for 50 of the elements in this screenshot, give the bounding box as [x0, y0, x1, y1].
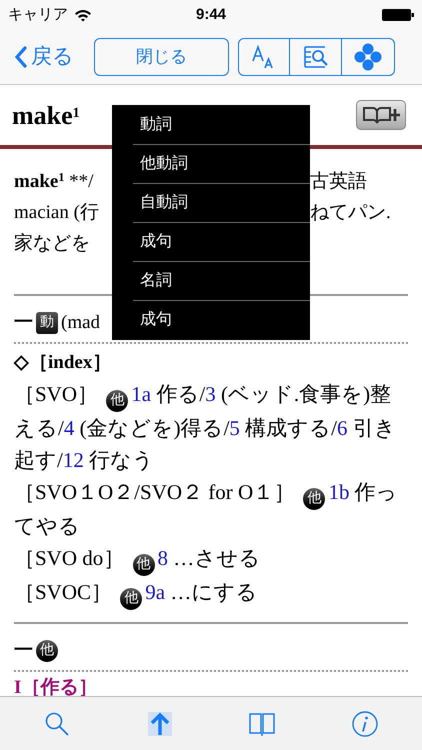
sense-link[interactable]: 5 — [229, 416, 240, 440]
menu-item[interactable]: 名詞 — [133, 262, 310, 300]
add-bookmark-button[interactable] — [356, 100, 406, 130]
pronunciation-text: (mad — [61, 310, 100, 335]
clock: 9:44 — [196, 4, 226, 25]
dash-mark: 一 — [14, 310, 33, 335]
up-arrow-icon — [148, 712, 172, 736]
close-button[interactable]: 閉じる — [94, 38, 229, 76]
search-icon — [44, 710, 70, 736]
info-icon — [352, 710, 378, 736]
part-of-speech-badge: 動 — [36, 312, 58, 334]
chevron-left-icon — [14, 46, 27, 68]
book-icon — [249, 712, 276, 736]
index-entry: ［SVO］ 他 1a 作る/3 (ベッド.食事を)整える/4 (金などを)得る/5 構成する/6 引き起す/12 行なう — [14, 381, 397, 474]
index-entry: ［SVO１O２/SVO２ for O１］ 他 1b 作ってやる — [14, 479, 399, 540]
document-search-icon — [302, 45, 328, 69]
book-plus-icon — [362, 105, 400, 125]
four-dots-icon — [354, 43, 382, 71]
menu-item[interactable]: 自動詞 — [133, 184, 310, 222]
back-button[interactable]: 戻る — [14, 41, 94, 73]
etymology-text: 古英語 — [310, 170, 367, 194]
etymology-text: 家などを — [14, 232, 91, 256]
carrier-label: キャリア — [8, 4, 68, 25]
part-of-speech-badge: 他 — [132, 554, 155, 576]
part-of-speech-badge: 他 — [36, 640, 58, 662]
sense-link[interactable]: 9a — [145, 580, 166, 604]
sense-link[interactable]: 8 — [158, 546, 168, 570]
index-entry: ［SVOC］ 他 9a …にする — [14, 576, 408, 610]
menu-item[interactable]: 成句 — [133, 223, 310, 261]
headword-title: make$^{1}$ — [12, 100, 80, 132]
sense-link[interactable]: 3 — [205, 382, 216, 406]
sense-link[interactable]: 1b — [328, 480, 350, 504]
menu-item[interactable]: 他動詞 — [133, 145, 310, 183]
sense-link[interactable]: 4 — [64, 416, 74, 440]
menu-item[interactable]: 成句 — [133, 301, 310, 339]
battery-icon — [382, 9, 414, 21]
etymology-text: make$^{1}$ **/ — [14, 169, 94, 194]
etymology-text: macian (行 — [14, 201, 100, 226]
menu-item[interactable]: 動詞 — [112, 106, 310, 144]
sense-link[interactable]: 6 — [337, 416, 348, 440]
wifi-icon — [74, 8, 92, 22]
part-of-speech-badge: 他 — [303, 488, 326, 510]
part-of-speech-badge: 他 — [106, 390, 128, 412]
sense-link[interactable]: 12 — [62, 448, 84, 472]
index-entry: ［SVO do］ 他 8 …させる — [14, 542, 408, 576]
index-heading: ◇［index］ — [14, 351, 112, 375]
part-of-speech-badge: 他 — [120, 588, 142, 610]
sense-link[interactable]: 1a — [131, 382, 152, 406]
etymology-text: ねてパン. — [310, 201, 391, 226]
dash-mark: 一 — [14, 638, 33, 663]
